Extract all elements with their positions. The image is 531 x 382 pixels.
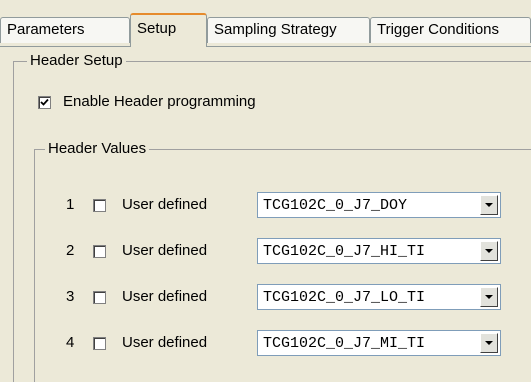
header-value-select[interactable]: TCG102C_0_J7_LO_TI [257, 284, 501, 310]
header-setup-title: Header Setup [27, 52, 126, 70]
user-defined-checkbox[interactable] [93, 291, 106, 304]
enable-header-label[interactable]: Enable Header programming [63, 93, 256, 111]
dropdown-button[interactable] [480, 333, 498, 353]
dropdown-button[interactable] [480, 241, 498, 261]
header-value-text: TCG102C_0_J7_LO_TI [263, 289, 426, 306]
chevron-down-icon [485, 341, 493, 345]
chevron-down-icon [485, 249, 493, 253]
tab-strip: Parameters Setup Sampling Strategy Trigg… [0, 0, 531, 48]
row-index: 4 [66, 334, 75, 351]
header-value-text: TCG102C_0_J7_HI_TI [263, 243, 426, 260]
check-icon [40, 98, 49, 106]
user-defined-label[interactable]: User defined [122, 334, 207, 352]
header-value-text: TCG102C_0_J7_MI_TI [263, 335, 426, 352]
row-index: 1 [66, 196, 75, 213]
user-defined-checkbox[interactable] [93, 337, 106, 350]
user-defined-checkbox[interactable] [93, 245, 106, 258]
dropdown-button[interactable] [480, 195, 498, 215]
user-defined-checkbox[interactable] [93, 199, 106, 212]
user-defined-label[interactable]: User defined [122, 288, 207, 306]
tab-parameters[interactable]: Parameters [0, 17, 130, 43]
setup-panel: Header Setup Enable Header programming H… [0, 46, 531, 382]
dropdown-button[interactable] [480, 287, 498, 307]
row-index: 3 [66, 288, 75, 305]
tab-setup[interactable]: Setup [130, 13, 207, 47]
header-values-title: Header Values [45, 140, 150, 158]
chevron-down-icon [485, 295, 493, 299]
enable-header-checkbox[interactable] [38, 96, 51, 109]
user-defined-label[interactable]: User defined [122, 242, 207, 260]
tab-trigger-conditions[interactable]: Trigger Conditions [370, 17, 531, 43]
header-value-select[interactable]: TCG102C_0_J7_MI_TI [257, 330, 501, 356]
tab-sampling-strategy[interactable]: Sampling Strategy [207, 17, 370, 43]
user-defined-label[interactable]: User defined [122, 196, 207, 214]
header-value-select[interactable]: TCG102C_0_J7_HI_TI [257, 238, 501, 264]
chevron-down-icon [485, 203, 493, 207]
row-index: 2 [66, 242, 75, 259]
header-value-select[interactable]: TCG102C_0_J7_DOY [257, 192, 501, 218]
header-value-text: TCG102C_0_J7_DOY [263, 197, 408, 214]
